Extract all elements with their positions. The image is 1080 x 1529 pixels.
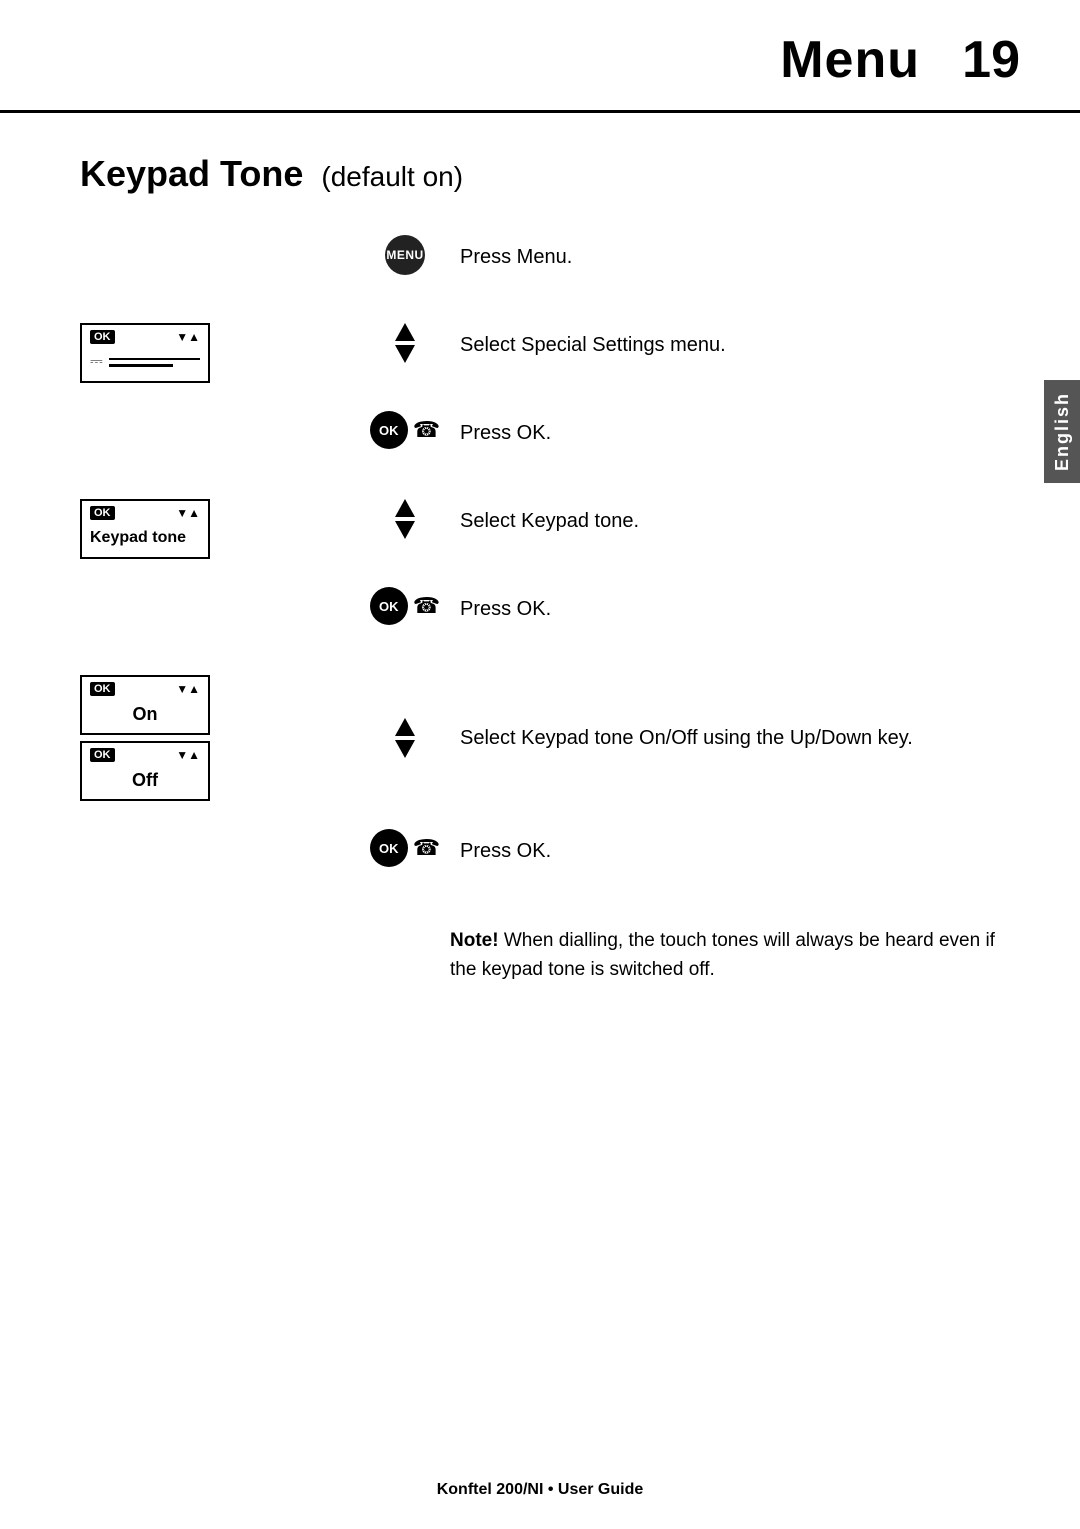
step-6: OK ▼▲ On OK ▼▲ Off — [80, 675, 1000, 801]
screen-ok-label-2: OK — [90, 506, 115, 520]
ok-phone-group-2: OK ☎ — [370, 587, 440, 625]
step-7-instruction: Press OK. — [450, 829, 1000, 865]
keypad-tone-label: Keypad tone — [90, 527, 186, 549]
page-header: Menu 19 — [0, 0, 1080, 113]
off-label: Off — [132, 768, 158, 793]
off-screen: OK ▼▲ Off — [80, 741, 210, 801]
step-4-nav — [360, 499, 450, 539]
phone-icon: ☎ — [413, 417, 440, 443]
step-2-instruction: Select Special Settings menu. — [450, 323, 1000, 359]
page-footer: Konftel 200/NI • User Guide — [0, 1481, 1080, 1499]
special-settings-screen: OK ▼▲ ⎓ — [80, 323, 210, 383]
section-subtitle: (default on) — [321, 161, 463, 192]
note-text: When dialling, the touch tones will alwa… — [450, 930, 995, 980]
step-5: OK ☎ Press OK. — [80, 587, 1000, 647]
nav-arrows-pair-2 — [395, 499, 415, 539]
step-5-nav: OK ☎ — [360, 587, 450, 625]
note-bold: Note! — [450, 930, 499, 951]
plug-icon: ⎓ — [90, 353, 103, 371]
screen-nav-arrows: ▼▲ — [176, 330, 200, 344]
steps-container: MENU Press Menu. OK ▼▲ ⎓ — [80, 235, 1000, 917]
screen-nav-arrows-2: ▼▲ — [176, 506, 200, 520]
screen-arrows-on: ▼▲ — [176, 682, 200, 696]
note-section: Note! When dialling, the touch tones wil… — [450, 927, 1000, 984]
step-2-nav — [360, 323, 450, 363]
step-4-screen: OK ▼▲ Keypad tone — [80, 499, 360, 559]
arrow-down-icon-3 — [395, 740, 415, 758]
step-1-instruction: Press Menu. — [450, 235, 1000, 271]
ok-button-icon-3[interactable]: OK — [370, 829, 408, 867]
section-title-main: Keypad Tone — [80, 153, 303, 194]
step-3-instruction: Press OK. — [450, 411, 1000, 447]
phone-icon-3: ☎ — [413, 835, 440, 861]
step-2: OK ▼▲ ⎓ Sel — [80, 323, 1000, 383]
header-title: Menu — [780, 30, 920, 90]
arrow-up-icon-2 — [395, 499, 415, 517]
phone-icon-2: ☎ — [413, 593, 440, 619]
step-1: MENU Press Menu. — [80, 235, 1000, 295]
main-content: Keypad Tone (default on) MENU Press Menu… — [0, 113, 1080, 1024]
step-5-instruction: Press OK. — [450, 587, 1000, 623]
step-6-instruction: Select Keypad tone On/Off using the Up/D… — [450, 724, 1000, 752]
section-title: Keypad Tone (default on) — [80, 153, 1000, 195]
step-6-screens: OK ▼▲ On OK ▼▲ Off — [80, 675, 360, 801]
footer-text: Konftel 200/NI • User Guide — [437, 1481, 644, 1498]
nav-arrows-pair — [395, 323, 415, 363]
step-7: OK ☎ Press OK. — [80, 829, 1000, 889]
menu-button-icon[interactable]: MENU — [385, 235, 425, 275]
arrow-down-icon — [395, 345, 415, 363]
step-2-screen: OK ▼▲ ⎓ — [80, 323, 360, 383]
ok-button-icon[interactable]: OK — [370, 411, 408, 449]
step-4-instruction: Select Keypad tone. — [450, 499, 1000, 535]
on-label: On — [133, 702, 158, 727]
ok-phone-group: OK ☎ — [370, 411, 440, 449]
step-1-mid: MENU — [360, 235, 450, 275]
nav-arrows-pair-3 — [395, 718, 415, 758]
keypad-tone-screen: OK ▼▲ Keypad tone — [80, 499, 210, 559]
step-4: OK ▼▲ Keypad tone Select Keypad tone. — [80, 499, 1000, 559]
step-7-nav: OK ☎ — [360, 829, 450, 867]
arrow-up-icon-3 — [395, 718, 415, 736]
ok-phone-group-3: OK ☎ — [370, 829, 440, 867]
arrow-down-icon-2 — [395, 521, 415, 539]
screen-arrows-off: ▼▲ — [176, 748, 200, 762]
arrow-up-icon — [395, 323, 415, 341]
step-3: OK ☎ Press OK. — [80, 411, 1000, 471]
screen-ok-on: OK — [90, 682, 115, 696]
step-6-nav — [360, 718, 450, 758]
step-3-nav: OK ☎ — [360, 411, 450, 449]
ok-button-icon-2[interactable]: OK — [370, 587, 408, 625]
on-off-screens: OK ▼▲ On OK ▼▲ Off — [80, 675, 210, 801]
page-number: 19 — [960, 30, 1020, 90]
screen-ok-off: OK — [90, 748, 115, 762]
on-screen: OK ▼▲ On — [80, 675, 210, 735]
english-tab: English — [1044, 380, 1080, 483]
screen-ok-label: OK — [90, 330, 115, 344]
